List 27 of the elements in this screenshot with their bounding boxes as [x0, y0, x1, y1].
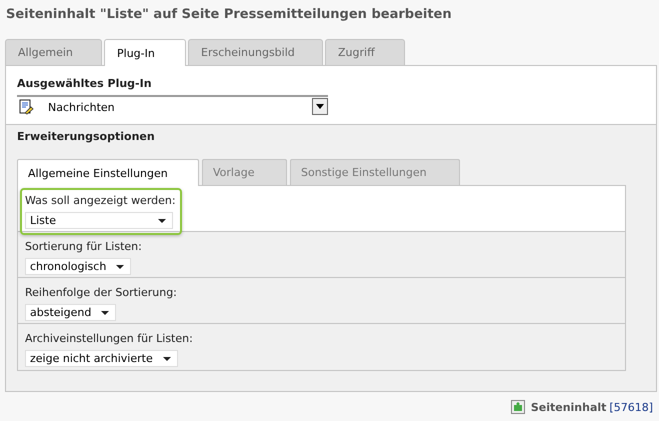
caret-icon — [101, 310, 110, 314]
select-field[interactable]: Liste — [25, 212, 173, 229]
select-field[interactable]: chronologisch — [25, 258, 132, 275]
record-type: Seiteninhalt — [530, 400, 606, 414]
puzzle-icon — [510, 400, 525, 414]
tab[interactable]: Zugriff — [325, 39, 405, 65]
caret-icon — [162, 356, 171, 360]
record-id: [57618] — [609, 400, 653, 414]
tab[interactable]: Allgemein — [5, 39, 102, 65]
section-label: Ausgewähltes Plug-In — [17, 77, 153, 90]
plugin-select[interactable]: Nachrichten — [17, 95, 328, 117]
section-label: Erweiterungsoptionen — [17, 130, 156, 143]
caret-icon — [116, 264, 124, 268]
field-label: Was soll angezeigt werden: — [25, 194, 176, 209]
field-label: Reihenfolge der Sortierung: — [25, 286, 177, 301]
select-field[interactable]: zeige nicht archivierte — [25, 350, 178, 367]
caret-icon — [316, 104, 324, 109]
tab[interactable]: Erscheinungsbild — [188, 39, 323, 65]
field-label: Archiveinstellungen für Listen: — [25, 332, 193, 347]
tab[interactable]: Plug-In — [104, 39, 186, 66]
field-label: Sortierung für Listen: — [25, 240, 142, 255]
select-field[interactable]: absteigend — [25, 304, 116, 321]
caret-icon — [158, 218, 166, 222]
document-pen-icon — [18, 99, 34, 115]
page-title: Seiteninhalt "Liste" auf Seite Pressemitteilungen bearbeiten — [5, 7, 453, 24]
tab[interactable]: Allgemeine Einstellungen — [17, 159, 199, 186]
dropdown-button[interactable] — [312, 98, 328, 115]
